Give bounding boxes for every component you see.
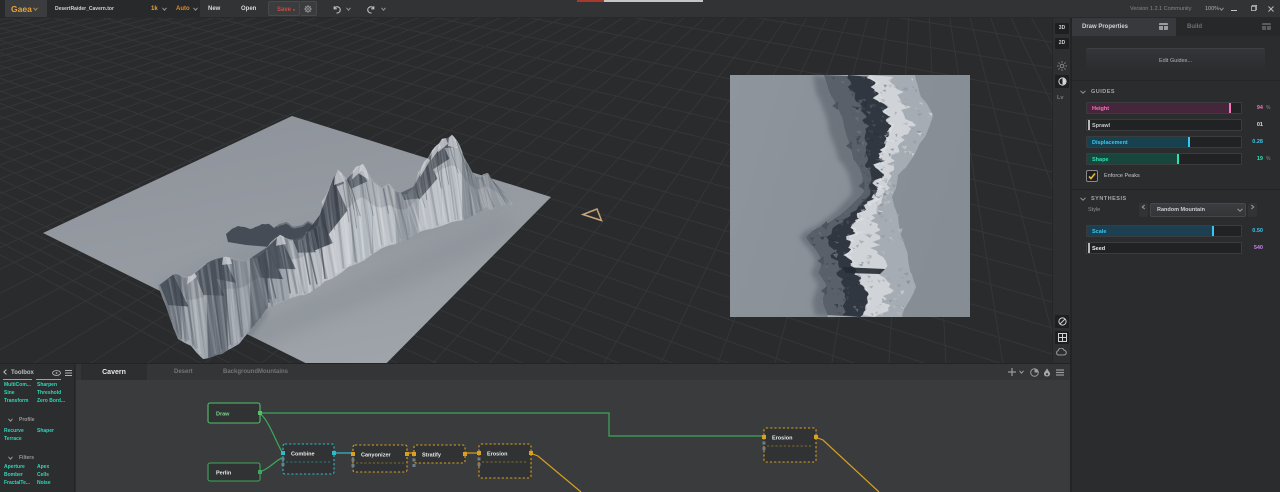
svg-text:Canyonizer: Canyonizer: [361, 453, 392, 459]
svg-text:Erosion: Erosion: [772, 436, 793, 442]
svg-text:Perlin: Perlin: [216, 471, 232, 477]
svg-text:Draw: Draw: [216, 412, 230, 418]
svg-text:Stratify: Stratify: [422, 453, 442, 459]
svg-text:Combine: Combine: [291, 452, 315, 458]
svg-text:Erosion: Erosion: [487, 452, 508, 458]
